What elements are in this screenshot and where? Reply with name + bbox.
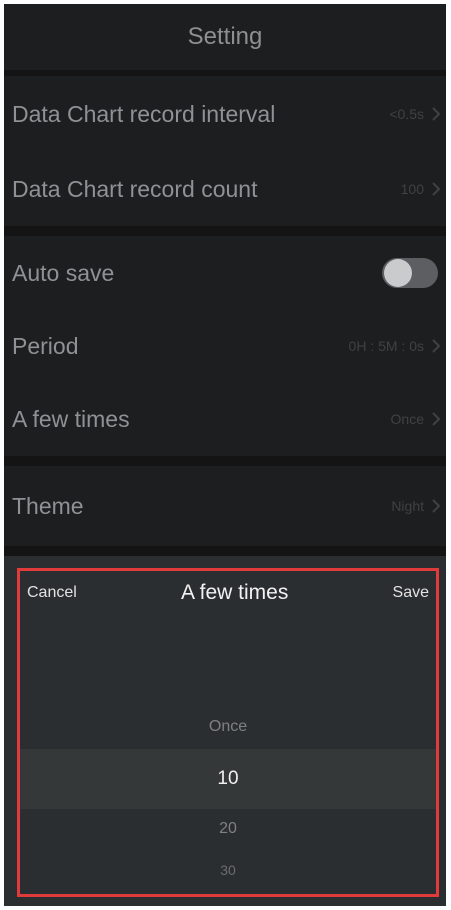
auto-save-label: Auto save: [12, 259, 115, 286]
times-label: A few times: [12, 405, 130, 432]
toggle-knob: [384, 259, 412, 287]
theme-value: Night: [391, 498, 424, 514]
period-value: 0H : 5M : 0s: [348, 338, 424, 354]
chevron-right-icon: [432, 499, 441, 513]
auto-save-toggle[interactable]: [382, 258, 438, 288]
chart-settings-section: Data Chart record interval <0.5s Data Ch…: [4, 76, 446, 226]
times-row[interactable]: A few times Once: [4, 382, 446, 456]
chevron-right-icon: [432, 412, 441, 426]
chevron-right-icon: [432, 339, 441, 353]
record-interval-label: Data Chart record interval: [12, 100, 276, 127]
period-row[interactable]: Period 0H : 5M : 0s: [4, 310, 446, 382]
page-title: Setting: [4, 4, 446, 70]
auto-save-row: Auto save: [4, 236, 446, 310]
times-value: Once: [390, 411, 424, 427]
page-title-text: Setting: [187, 23, 263, 50]
display-settings-section: Theme Night: [4, 466, 446, 546]
chevron-right-icon: [432, 182, 441, 196]
theme-label: Theme: [12, 492, 84, 519]
theme-row[interactable]: Theme Night: [4, 466, 446, 546]
settings-screen: Setting Data Chart record interval <0.5s…: [4, 4, 446, 906]
record-interval-value: <0.5s: [389, 106, 424, 122]
period-label: Period: [12, 332, 79, 359]
record-count-value: 100: [400, 181, 424, 197]
save-settings-section: Auto save Period 0H : 5M : 0s A few time…: [4, 236, 446, 456]
chevron-right-icon: [432, 107, 441, 121]
record-count-label: Data Chart record count: [12, 175, 258, 202]
highlight-frame: [17, 568, 439, 897]
record-interval-row[interactable]: Data Chart record interval <0.5s: [4, 76, 446, 152]
record-count-row[interactable]: Data Chart record count 100: [4, 152, 446, 226]
